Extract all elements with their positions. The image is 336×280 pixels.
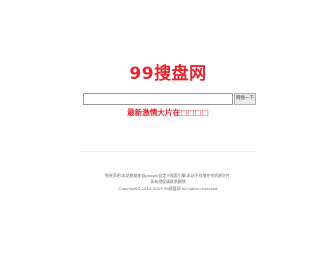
divider (80, 151, 256, 152)
site-logo[interactable]: 99搜盘网 (0, 64, 336, 84)
promo-link[interactable]: 最新激情大片在□□□□ (0, 108, 336, 118)
search-input[interactable] (83, 93, 233, 105)
search-button[interactable]: 网盘一下 (234, 93, 256, 105)
footer-copyright: Copyright©2014-2019 99搜盘网 All rights res… (118, 185, 218, 191)
page: 99搜盘网 网盘一下 最新激情大片在□□□□ 免责声明:本站数据来自google… (0, 0, 336, 280)
footer: 免责声明:本站数据来自google自定义搜索引擎,本站不存储任何资源文件, 如有… (58, 173, 278, 192)
search-bar: 网盘一下 (83, 93, 256, 105)
